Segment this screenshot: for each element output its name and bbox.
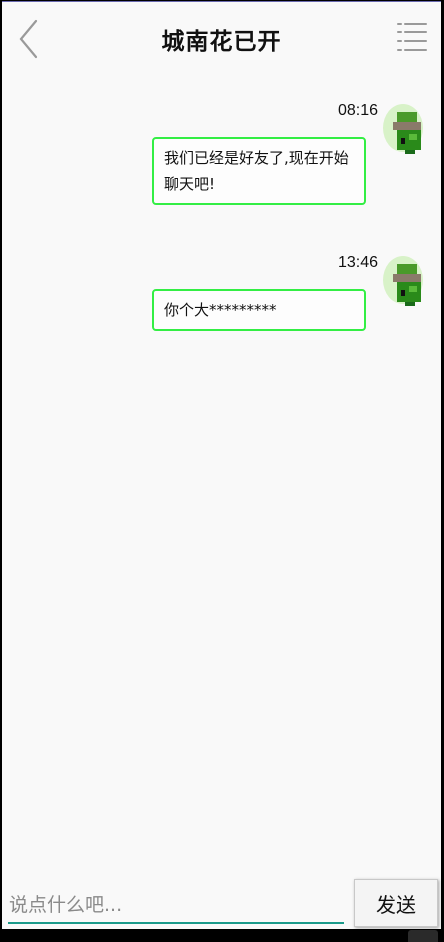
avatar[interactable] <box>383 256 423 308</box>
avatar[interactable] <box>383 104 423 156</box>
message-time: 13:46 <box>337 254 378 271</box>
message-bubble: 你个大********* <box>152 289 366 331</box>
message-bubble: 我们已经是好友了,现在开始聊天吧! <box>152 137 366 205</box>
chat-screen: 城南花已开 08:16 我们已经是好友了,现在开始聊天吧! 13:46 你个大*… <box>2 1 441 929</box>
chat-title: 城南花已开 <box>161 29 282 55</box>
chat-header: 城南花已开 <box>2 2 441 74</box>
send-button[interactable]: 发送 <box>354 879 438 927</box>
message-time: 08:16 <box>337 102 378 119</box>
list-menu-icon[interactable] <box>396 20 428 54</box>
app-window: 城南花已开 08:16 我们已经是好友了,现在开始聊天吧! 13:46 你个大*… <box>0 0 444 942</box>
message-input[interactable] <box>8 888 344 924</box>
composer-bar: 发送 <box>2 874 441 930</box>
system-nav-edge <box>408 930 438 942</box>
